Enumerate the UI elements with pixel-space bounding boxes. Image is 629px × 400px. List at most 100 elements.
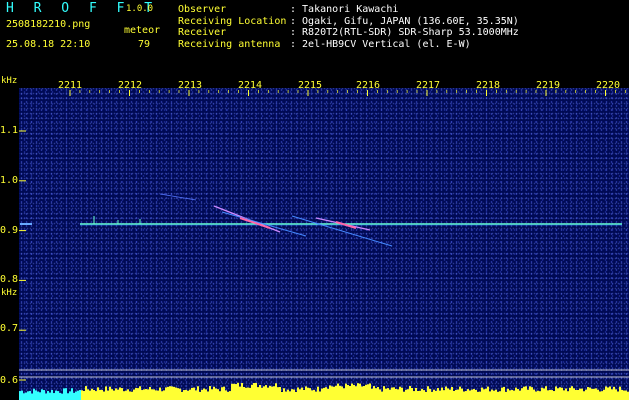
power-bar-segment — [195, 390, 197, 400]
power-bar-segment — [35, 390, 37, 400]
freq-tick-label: 0.7 — [0, 323, 19, 334]
power-bar-segment — [95, 391, 97, 400]
power-bar-segment — [317, 386, 319, 400]
power-bar-segment — [521, 388, 523, 400]
power-bar-segment — [125, 390, 127, 400]
power-bar-segment — [39, 392, 41, 400]
power-bar-segment — [339, 385, 341, 400]
power-bar-segment — [433, 389, 435, 400]
power-bar-segment — [325, 387, 327, 400]
power-bar-segment — [89, 390, 91, 400]
power-bar-segment — [465, 391, 467, 400]
power-bar-segment — [227, 391, 229, 400]
power-bar-segment — [519, 390, 521, 400]
power-bar-segment — [479, 391, 481, 400]
power-bar-segment — [53, 393, 55, 400]
power-bar-segment — [319, 391, 321, 400]
power-bar-segment — [201, 389, 203, 400]
power-bar-segment — [501, 387, 503, 400]
power-bar-segment — [583, 391, 585, 400]
spectrogram-overlay — [19, 90, 629, 400]
time-tick-label: 2211 — [58, 80, 83, 91]
power-bar-segment — [597, 389, 599, 400]
power-bar-segment — [365, 384, 367, 400]
power-bar-segment — [473, 388, 475, 400]
power-bar-segment — [573, 388, 575, 400]
time-tick-label: 2217 — [416, 80, 441, 91]
power-bar-segment — [577, 389, 579, 400]
power-bar-segment — [559, 387, 561, 400]
power-bar-segment — [61, 393, 63, 400]
power-bar-segment — [331, 386, 333, 400]
power-bar-segment — [289, 391, 291, 400]
power-bar-segment — [441, 387, 443, 400]
power-bar-segment — [615, 389, 617, 400]
freq-tick-marks — [19, 130, 26, 381]
power-bar-segment — [183, 390, 185, 400]
power-bar-segment — [63, 388, 65, 400]
power-bar-segment — [539, 391, 541, 400]
power-bar-segment — [145, 389, 147, 400]
power-bar-segment — [25, 392, 27, 400]
power-bar-segment — [205, 389, 207, 400]
power-bar-segment — [491, 389, 493, 400]
power-bar-segment — [275, 383, 277, 400]
power-bar-segment — [477, 391, 479, 400]
power-bar-segment — [435, 390, 437, 400]
power-bar-segment — [403, 391, 405, 400]
power-bar-segment — [271, 386, 273, 400]
power-bar-segment — [389, 389, 391, 400]
power-bar-segment — [235, 384, 237, 400]
power-bar-segment — [141, 390, 143, 400]
power-bar-segment — [267, 387, 269, 400]
power-bar-segment — [109, 386, 111, 400]
power-bar-segment — [207, 391, 209, 400]
power-bar-segment — [281, 391, 283, 400]
power-bar-segment — [443, 390, 445, 400]
power-bar-segment — [79, 389, 81, 400]
power-bar-segment — [335, 385, 337, 400]
power-bar-segment — [115, 388, 117, 400]
power-bar-segment — [531, 387, 533, 400]
power-bar-segment — [179, 388, 181, 400]
power-bar-segment — [347, 385, 349, 400]
power-bar-segment — [375, 388, 377, 400]
power-bar-segment — [77, 390, 79, 400]
power-bar-segment — [393, 387, 395, 400]
power-bar-segment — [407, 389, 409, 400]
power-bar-segment — [301, 387, 303, 400]
time-tick-label: 2216 — [356, 80, 381, 91]
power-bar-segment — [327, 388, 329, 400]
power-bar-segment — [247, 387, 249, 400]
power-bar-segment — [587, 387, 589, 400]
power-bar-segment — [385, 388, 387, 400]
power-bar-segment — [525, 386, 527, 400]
power-bar-segment — [283, 388, 285, 400]
power-bar-segment — [191, 387, 193, 400]
power-bar-segment — [557, 388, 559, 400]
power-bar-segment — [139, 386, 141, 400]
power-bar-segment — [513, 390, 515, 400]
power-bar-segment — [617, 391, 619, 400]
power-bar-segment — [51, 389, 53, 400]
power-bar-segment — [505, 391, 507, 400]
power-bar-segment — [21, 390, 23, 400]
power-bar-segment — [459, 386, 461, 400]
power-bar-segment — [23, 393, 25, 400]
power-bar-segment — [55, 390, 57, 400]
power-bar-segment — [97, 387, 99, 400]
power-bar-segment — [27, 391, 29, 400]
power-bar-segment — [543, 388, 545, 400]
power-bar-segment — [119, 387, 121, 400]
power-bar-segment — [245, 387, 247, 400]
power-bar-segment — [173, 386, 175, 400]
power-bar-segment — [91, 388, 93, 400]
power-bar-segment — [19, 391, 21, 400]
power-bar-segment — [565, 388, 567, 400]
power-bar-segment — [29, 390, 31, 400]
power-bar-segment — [153, 389, 155, 400]
power-bar-segment — [493, 390, 495, 400]
power-bar-segment — [203, 388, 205, 400]
power-bar-segment — [489, 391, 491, 400]
power-bar-segment — [215, 388, 217, 400]
